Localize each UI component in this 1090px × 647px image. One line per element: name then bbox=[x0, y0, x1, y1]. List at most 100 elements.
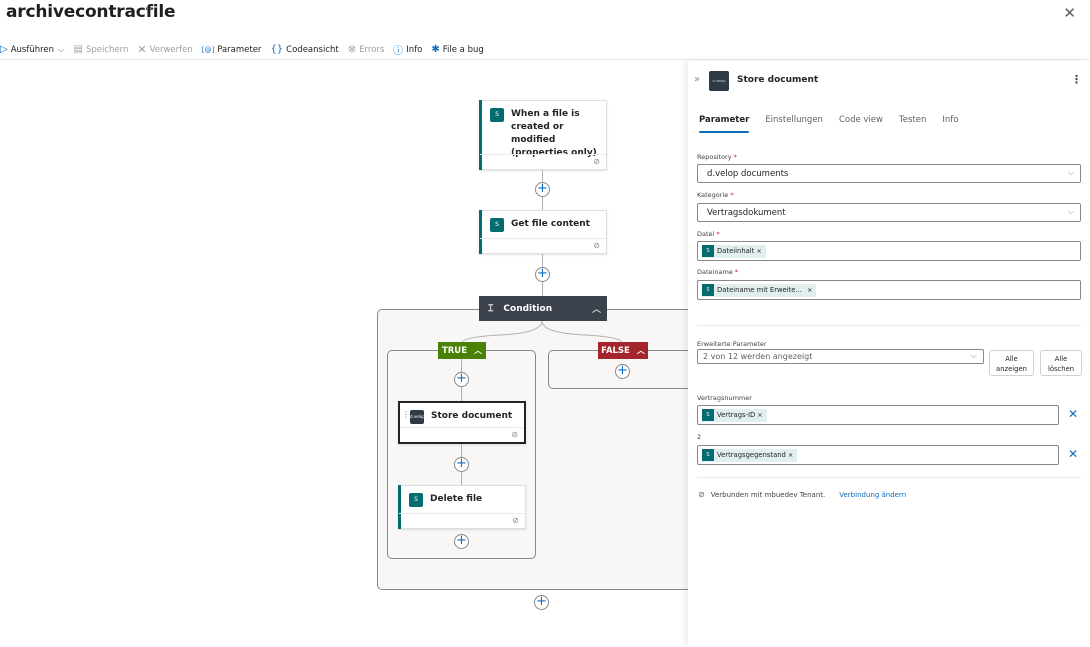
remove-token-icon[interactable]: × bbox=[756, 247, 761, 255]
panel-tabs: Parameter Einstellungen Code view Testen… bbox=[699, 115, 974, 133]
delete-file-card[interactable]: S Delete file ⊘ bbox=[398, 485, 526, 529]
true-branch-label[interactable]: TRUE ︿ bbox=[438, 342, 486, 359]
add-step-button[interactable]: + bbox=[454, 372, 469, 387]
more-vertical-icon[interactable]: ⋮ bbox=[1071, 73, 1082, 86]
datei-label-text: Datei bbox=[697, 230, 715, 238]
info-icon: ⓘ bbox=[393, 46, 404, 57]
required-marker: * bbox=[734, 268, 739, 276]
sharepoint-icon: S bbox=[702, 409, 714, 421]
true-label: TRUE bbox=[441, 345, 468, 356]
advanced-params-dropdown[interactable]: 2 von 12 werden angezeigt ⌵ bbox=[697, 349, 984, 364]
dateiname-input[interactable]: S Dateiname mit Erweite... × bbox=[697, 280, 1081, 300]
clear-all-label-2: löschen bbox=[1047, 365, 1075, 373]
add-step-button[interactable]: + bbox=[534, 595, 549, 610]
get-file-content-card[interactable]: S Get file content ⊘ bbox=[479, 210, 607, 254]
add-step-button[interactable]: + bbox=[454, 534, 469, 549]
advanced-params-value: 2 von 12 werden angezeigt bbox=[703, 352, 813, 361]
datei-label: Datei * bbox=[697, 230, 720, 238]
file-bug-button[interactable]: ✱ File a bug bbox=[431, 44, 483, 55]
more-options-icon[interactable]: ··· bbox=[146, 4, 156, 15]
chevron-up-icon[interactable]: ︿ bbox=[592, 302, 601, 315]
errors-label: Errors bbox=[359, 44, 385, 55]
kategorie-value: Vertragsdokument bbox=[707, 207, 786, 218]
tab-testen[interactable]: Testen bbox=[899, 115, 926, 131]
clear-all-button[interactable]: Alle löschen bbox=[1040, 350, 1082, 376]
connection-link-icon: ⊘ bbox=[512, 516, 519, 525]
advanced-params-label: Erweiterte Parameter bbox=[697, 340, 767, 348]
errors-button[interactable]: ⊗ Errors bbox=[348, 44, 385, 55]
error-icon: ⊗ bbox=[347, 44, 357, 55]
show-all-label-2: anzeigen bbox=[996, 365, 1027, 373]
store-document-card[interactable]: ⋮ d.velop Store document ⊘ bbox=[398, 401, 526, 444]
dvelop-icon: d.velop bbox=[410, 410, 425, 424]
add-step-button[interactable]: + bbox=[535, 182, 550, 197]
toolbar: ▷ Ausführen ⌵ ▤ Speichern ✕ Verwerfen [@… bbox=[0, 40, 1090, 60]
token-text: Vertragsgegenstand bbox=[717, 451, 786, 459]
save-button[interactable]: ▤ Speichern bbox=[73, 44, 128, 55]
close-button[interactable]: ✕ bbox=[1063, 4, 1076, 22]
code-view-button[interactable]: {} Codeansicht bbox=[270, 44, 338, 55]
connection-link-icon: ⊘ bbox=[593, 241, 600, 250]
info-label: Info bbox=[406, 44, 423, 55]
info-button[interactable]: ⓘ Info bbox=[393, 42, 423, 58]
token-dateiname: S Dateiname mit Erweite... × bbox=[702, 283, 817, 297]
show-all-label-1: Alle bbox=[1005, 355, 1018, 363]
collapse-panel-icon[interactable]: » bbox=[694, 74, 700, 85]
tab-parameter[interactable]: Parameter bbox=[699, 115, 750, 133]
remove-token-icon[interactable]: × bbox=[757, 411, 762, 419]
sharepoint-icon: S bbox=[490, 218, 504, 232]
discard-label: Verwerfen bbox=[149, 44, 193, 55]
condition-header[interactable]: ⌶ Condition ︿ bbox=[479, 296, 607, 321]
chevron-up-icon: ︿ bbox=[636, 346, 645, 355]
code-icon: {} bbox=[270, 44, 284, 55]
kategorie-label: Kategorie * bbox=[697, 191, 734, 199]
card-footer: ⊘ bbox=[399, 513, 525, 528]
repository-label: Repository * bbox=[697, 153, 737, 161]
required-marker: * bbox=[730, 191, 734, 199]
show-all-button[interactable]: Alle anzeigen bbox=[989, 350, 1034, 376]
chevron-down-icon[interactable]: ⌵ bbox=[58, 45, 64, 55]
tab-code-view[interactable]: Code view bbox=[839, 115, 883, 131]
panel-header: » d.velop Store document ⋮ bbox=[688, 69, 1090, 93]
remove-token-icon[interactable]: × bbox=[788, 451, 793, 459]
add-step-button[interactable]: + bbox=[615, 364, 630, 379]
token-text: Dateiinhalt bbox=[717, 247, 755, 255]
vertragsnummer-input[interactable]: S Vertrags-ID × bbox=[697, 405, 1059, 425]
required-marker: * bbox=[733, 153, 737, 161]
repository-dropdown[interactable]: d.velop documents ⌵ bbox=[697, 164, 1081, 183]
add-step-button[interactable]: + bbox=[535, 267, 550, 282]
card-footer: ⊘ bbox=[480, 154, 606, 169]
datei-input[interactable]: S Dateiinhalt × bbox=[697, 241, 1081, 261]
chevron-down-icon: ⌵ bbox=[1067, 168, 1074, 177]
panel-title: Store document bbox=[737, 75, 819, 85]
sharepoint-icon: S bbox=[702, 245, 714, 257]
run-button[interactable]: ▷ Ausführen ⌵ bbox=[0, 44, 64, 55]
delete-file-title: Delete file bbox=[430, 494, 483, 504]
remove-field-icon[interactable]: ✕ bbox=[1068, 447, 1078, 461]
kategorie-dropdown[interactable]: Vertragsdokument ⌵ bbox=[697, 203, 1081, 222]
change-connection-link[interactable]: Verbindung ändern bbox=[839, 491, 906, 499]
trigger-card[interactable]: S When a file is created or modified (pr… bbox=[479, 100, 607, 170]
vertragsgegenstand-input[interactable]: S Vertragsgegenstand × bbox=[697, 445, 1059, 465]
designer-canvas[interactable]: S When a file is created or modified (pr… bbox=[0, 61, 688, 647]
tab-info[interactable]: Info bbox=[942, 115, 958, 131]
drag-handle-icon[interactable]: ⋮ bbox=[402, 410, 410, 419]
dvelop-icon: d.velop bbox=[709, 71, 729, 91]
chevron-up-icon: ︿ bbox=[474, 346, 483, 355]
connection-link-icon: ⊘ bbox=[511, 430, 518, 439]
chevron-down-icon: ⌵ bbox=[970, 351, 977, 360]
parameter-button[interactable]: [@] Parameter bbox=[202, 45, 262, 55]
add-step-button[interactable]: + bbox=[454, 457, 469, 472]
remove-field-icon[interactable]: ✕ bbox=[1068, 407, 1078, 421]
false-branch-label[interactable]: FALSE ︿ bbox=[598, 342, 648, 359]
connection-link-icon: ⊘ bbox=[698, 490, 705, 499]
remove-token-icon[interactable]: × bbox=[807, 286, 812, 294]
sharepoint-icon: S bbox=[702, 449, 714, 461]
tab-einstellungen[interactable]: Einstellungen bbox=[765, 115, 823, 131]
sharepoint-icon: S bbox=[409, 493, 423, 507]
run-label: Ausführen bbox=[10, 44, 55, 55]
parameter-label: Parameter bbox=[217, 44, 262, 55]
trigger-title: When a file is created or modified (prop… bbox=[511, 109, 597, 158]
discard-button[interactable]: ✕ Verwerfen bbox=[137, 43, 192, 56]
section-divider bbox=[697, 325, 1081, 326]
